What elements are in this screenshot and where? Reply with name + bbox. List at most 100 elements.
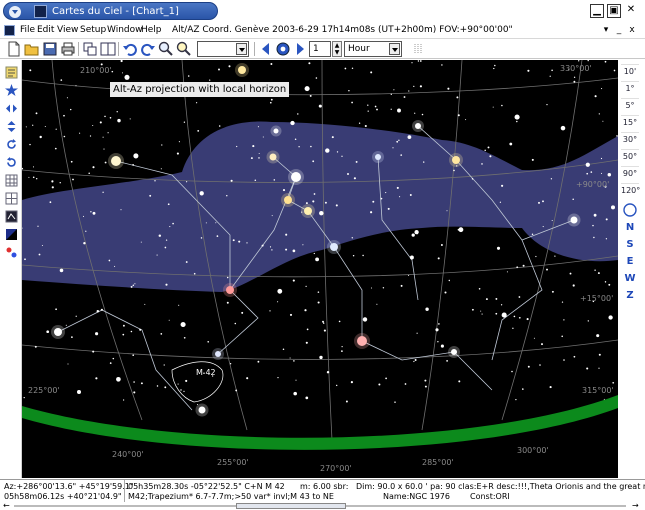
maximize-button[interactable]: ▣ xyxy=(607,4,621,18)
bright-star[interactable] xyxy=(226,286,234,294)
chevron-down-icon[interactable] xyxy=(236,43,247,55)
bright-star[interactable] xyxy=(215,351,221,357)
bright-star[interactable] xyxy=(415,123,421,129)
zoom-out-icon[interactable] xyxy=(176,41,192,57)
mdi-minimize-button[interactable]: _ xyxy=(614,25,624,36)
horizontal-scrollbar[interactable]: ← → xyxy=(0,502,645,510)
grid-icon[interactable] xyxy=(5,174,18,187)
current-time-icon[interactable] xyxy=(275,41,291,57)
menu-file[interactable]: File xyxy=(20,25,35,35)
mdi-close-button[interactable]: x xyxy=(627,25,637,36)
undo-icon[interactable] xyxy=(122,41,138,57)
sky-chart-canvas[interactable] xyxy=(22,60,618,478)
flip-vertical-icon[interactable] xyxy=(5,120,18,133)
fov-10-arcmin-button[interactable]: 10' xyxy=(621,64,639,78)
menu-edit[interactable]: Edit xyxy=(37,25,54,35)
time-unit-select[interactable]: Hour xyxy=(344,41,402,57)
bright-star[interactable] xyxy=(291,172,301,182)
fov-90-deg-button[interactable]: 90° xyxy=(621,166,639,180)
zoom-in-icon[interactable] xyxy=(158,41,174,57)
view-zenith-button[interactable]: Z xyxy=(621,288,639,304)
star xyxy=(394,401,396,403)
cascade-windows-icon[interactable] xyxy=(82,41,98,57)
star xyxy=(165,239,168,241)
menu-help[interactable]: Help xyxy=(141,25,162,35)
bright-star[interactable] xyxy=(357,336,367,346)
view-west-button[interactable]: W xyxy=(621,271,639,287)
print-icon[interactable] xyxy=(60,41,76,57)
menu-setup[interactable]: Setup xyxy=(80,25,106,35)
fov-15-deg-button[interactable]: 15° xyxy=(621,115,639,129)
bright-star[interactable] xyxy=(304,207,312,215)
star xyxy=(269,310,271,312)
bright-star[interactable] xyxy=(269,153,277,161)
star xyxy=(501,312,507,318)
new-chart-icon[interactable] xyxy=(6,41,22,57)
minimize-button[interactable]: ▁ xyxy=(590,4,604,18)
star xyxy=(95,332,99,336)
time-step-input[interactable]: 1 xyxy=(309,41,331,57)
rotate-right-icon[interactable] xyxy=(5,138,18,151)
view-north-button[interactable]: N xyxy=(621,220,639,236)
redo-icon[interactable] xyxy=(140,41,156,57)
bright-star[interactable] xyxy=(570,216,578,224)
star-filter-select[interactable] xyxy=(197,41,249,57)
step-backward-icon[interactable] xyxy=(258,41,274,57)
mdi-menu-button[interactable]: ▾ xyxy=(601,25,611,36)
time-step-spinner[interactable]: ▲ ▼ xyxy=(332,41,342,57)
bright-star[interactable] xyxy=(198,406,206,414)
step-forward-icon[interactable] xyxy=(292,41,308,57)
full-sky-icon[interactable] xyxy=(623,203,637,217)
fov-5-deg-button[interactable]: 5° xyxy=(621,98,639,112)
star xyxy=(518,316,521,319)
scroll-left-arrow-icon[interactable]: ← xyxy=(3,502,10,510)
star xyxy=(32,176,35,179)
object-label-m42[interactable]: M 42 xyxy=(196,368,216,377)
equatorial-grid-icon[interactable] xyxy=(5,192,18,205)
bright-star[interactable] xyxy=(111,156,121,166)
save-icon[interactable] xyxy=(42,41,58,57)
menu-view[interactable]: View xyxy=(57,25,78,35)
star xyxy=(414,229,419,235)
fov-30-deg-button[interactable]: 30° xyxy=(621,132,639,146)
bright-star[interactable] xyxy=(273,128,279,134)
bright-star[interactable] xyxy=(54,328,62,336)
bright-star[interactable] xyxy=(452,156,460,164)
view-south-button[interactable]: S xyxy=(621,237,639,253)
constellation-lines-icon[interactable] xyxy=(5,210,18,223)
chart-window-icon[interactable] xyxy=(4,25,15,36)
star xyxy=(437,257,440,260)
open-folder-icon[interactable] xyxy=(24,41,40,57)
status-bar: Az:+286°00'13.6" +45°19'59.1" 05h58m06.1… xyxy=(0,479,645,503)
bright-star[interactable] xyxy=(330,243,338,251)
flip-horizontal-icon[interactable] xyxy=(5,102,18,115)
star xyxy=(130,330,133,333)
star xyxy=(183,121,186,123)
chart-settings-icon[interactable] xyxy=(5,66,18,79)
bright-star[interactable] xyxy=(375,154,381,160)
window-menu-button[interactable] xyxy=(9,6,21,18)
tile-windows-icon[interactable] xyxy=(100,41,116,57)
close-button[interactable]: ✕ xyxy=(624,4,638,18)
scrollbar-thumb[interactable] xyxy=(236,503,346,509)
menu-window[interactable]: Window xyxy=(107,25,143,35)
star-icon[interactable] xyxy=(5,84,18,97)
star xyxy=(458,380,461,383)
sky-chart[interactable]: Alt-Az projection with local horizon M 4… xyxy=(22,60,618,478)
star xyxy=(400,284,403,287)
planets-icon[interactable] xyxy=(5,246,18,259)
fov-50-deg-button[interactable]: 50° xyxy=(621,149,639,163)
rotate-left-icon[interactable] xyxy=(5,156,18,169)
bright-star[interactable] xyxy=(238,66,246,74)
bright-star[interactable] xyxy=(284,196,292,204)
fov-120-deg-button[interactable]: 120° xyxy=(621,183,640,197)
bright-star[interactable] xyxy=(451,349,457,355)
scroll-right-arrow-icon[interactable]: → xyxy=(632,502,639,510)
color-mode-icon[interactable] xyxy=(5,228,18,241)
star xyxy=(448,279,451,282)
object-coordinates: 05h35m28.30s -05°22'52.5" C+N M 42 xyxy=(128,482,285,491)
chevron-down-icon[interactable] xyxy=(389,43,400,55)
window-title-pill[interactable]: Cartes du Ciel - [Chart_1] xyxy=(3,2,218,20)
view-east-button[interactable]: E xyxy=(621,254,639,270)
fov-1-deg-button[interactable]: 1° xyxy=(621,81,639,95)
